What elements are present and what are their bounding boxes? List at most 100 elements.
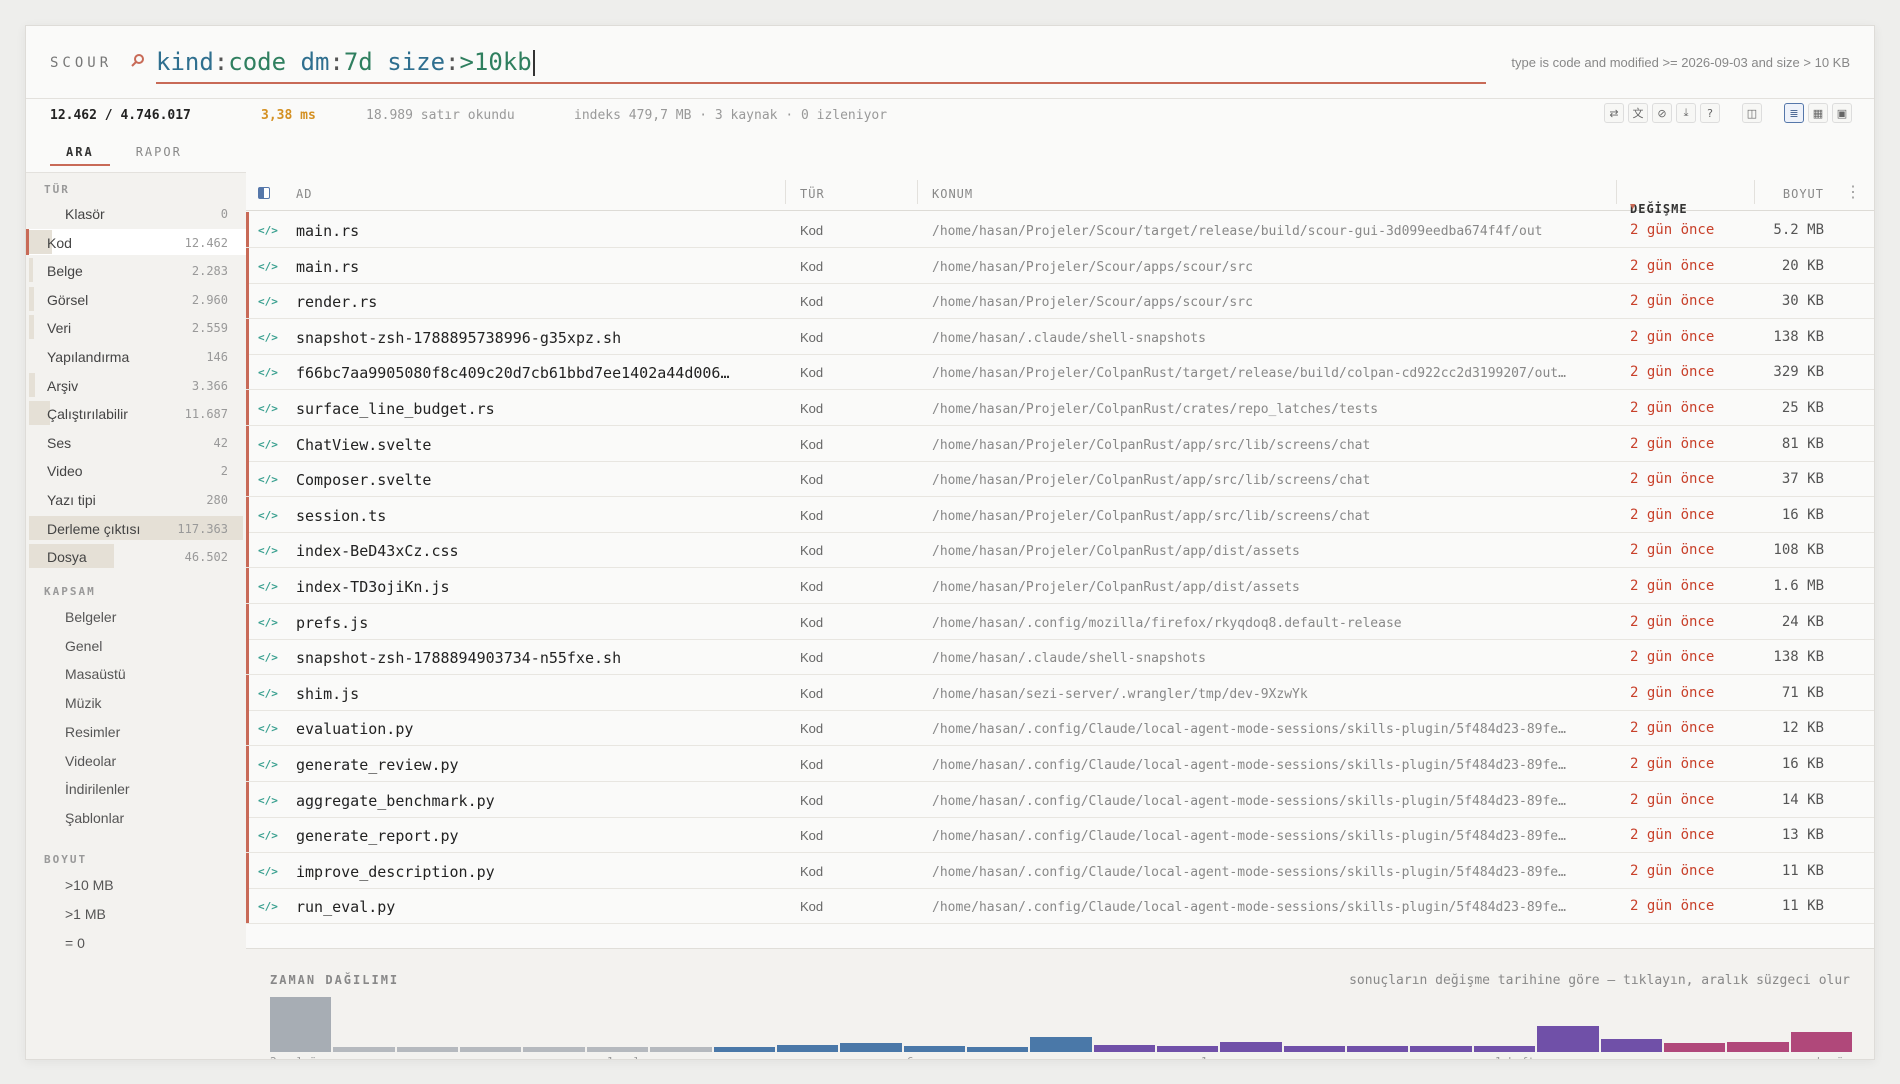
sidebar-type-item[interactable]: Derleme çıktısı 117.363 bbox=[26, 515, 246, 541]
tab-report[interactable]: RAPOR bbox=[120, 136, 198, 166]
sidebar-scope-item[interactable]: Belgeler bbox=[65, 609, 116, 625]
tab-bar: ARA RAPOR bbox=[50, 136, 198, 166]
timeline-bar[interactable] bbox=[1663, 1043, 1726, 1052]
column-divider[interactable] bbox=[1616, 180, 1617, 204]
table-row[interactable]: </> main.rs Kod/home/hasan/Projeler/Scour/… bbox=[246, 247, 1874, 284]
timeline-bar[interactable] bbox=[1347, 1046, 1409, 1052]
query-kind-value: code bbox=[228, 48, 287, 76]
timeline-bar[interactable] bbox=[966, 1047, 1029, 1052]
timeline-bar[interactable] bbox=[1790, 1032, 1852, 1052]
query-size-key: size bbox=[387, 48, 446, 76]
header-size[interactable]: BOYUT bbox=[1783, 187, 1824, 201]
tab-search[interactable]: ARA bbox=[50, 136, 110, 166]
grid-view-icon[interactable]: ▦ bbox=[1808, 103, 1828, 123]
timeline-bar[interactable] bbox=[1220, 1042, 1282, 1052]
table-row[interactable]: </> render.rs Kod/home/hasan/Projeler/Scou… bbox=[246, 283, 1874, 320]
timeline-bar[interactable] bbox=[1473, 1046, 1536, 1052]
sidebar-type-item[interactable]: Ses 42 bbox=[26, 429, 246, 455]
header-name[interactable]: AD bbox=[296, 187, 312, 201]
timeline-bar[interactable] bbox=[903, 1046, 965, 1052]
timeline-bar[interactable] bbox=[523, 1047, 585, 1052]
sidebar-type-item[interactable]: Yapılandırma 146 bbox=[26, 343, 246, 369]
table-row[interactable]: </> evaluation.py Kod/home/hasan/.config/C… bbox=[246, 710, 1874, 747]
file-name: main.rs bbox=[296, 257, 360, 276]
panel-icon[interactable]: ◫ bbox=[1742, 103, 1762, 123]
timeline-bar[interactable] bbox=[840, 1043, 902, 1052]
timeline-histogram[interactable] bbox=[270, 994, 1852, 1052]
timeline-bar[interactable] bbox=[1410, 1046, 1472, 1052]
table-row[interactable]: </> ChatView.svelte Kod/home/hasan/Projele… bbox=[246, 425, 1874, 462]
header-type[interactable]: TÜR bbox=[800, 187, 825, 201]
timeline-bar[interactable] bbox=[586, 1047, 649, 1052]
table-row[interactable]: </> f66bc7aa9905080f8c409c20d7cb61bbd7ee1… bbox=[246, 354, 1874, 391]
block-icon[interactable]: ⊘ bbox=[1652, 103, 1672, 123]
sidebar-type-item[interactable]: Çalıştırılabilir 11.687 bbox=[26, 400, 246, 426]
timeline-bar[interactable] bbox=[460, 1047, 522, 1052]
timeline-bar[interactable] bbox=[713, 1047, 775, 1052]
sidebar-scope-item[interactable]: Genel bbox=[65, 638, 102, 654]
sidebar-type-item[interactable]: Arşiv 3.366 bbox=[26, 372, 246, 398]
sidebar-scope-item[interactable]: Resimler bbox=[65, 724, 120, 740]
sidebar-type-item[interactable]: Video 2 bbox=[26, 457, 246, 483]
sidebar-type-item[interactable]: Dosya 46.502 bbox=[26, 543, 246, 569]
timeline-bar[interactable] bbox=[650, 1047, 712, 1052]
download-icon[interactable]: ⤓ bbox=[1676, 103, 1696, 123]
table-row[interactable]: </> snapshot-zsh-1788894903734-n55fxe.sh K… bbox=[246, 639, 1874, 676]
sidebar-size-item[interactable]: = 0 bbox=[65, 935, 85, 951]
search-input[interactable]: kind:code dm:7d size:>10kb bbox=[156, 44, 1486, 84]
timeline-bar[interactable] bbox=[776, 1045, 839, 1052]
list-view-icon[interactable]: ≣ bbox=[1784, 103, 1804, 123]
timeline-bar[interactable] bbox=[1600, 1039, 1662, 1052]
timeline-bar[interactable] bbox=[270, 997, 332, 1052]
table-row[interactable]: </> surface_line_budget.rs Kod/home/hasan/… bbox=[246, 390, 1874, 426]
table-row[interactable]: </> improve_description.py Kod/home/hasan/… bbox=[246, 852, 1874, 889]
translate-icon[interactable]: 文 bbox=[1628, 103, 1648, 123]
sidebar-size-item[interactable]: >1 MB bbox=[65, 906, 106, 922]
timeline-bar[interactable] bbox=[1157, 1046, 1219, 1052]
header-location[interactable]: KONUM bbox=[932, 187, 973, 201]
sidebar-type-item[interactable]: Kod 12.462 bbox=[26, 228, 246, 255]
column-divider[interactable] bbox=[1754, 180, 1755, 204]
sidebar-type-item[interactable]: Veri 2.559 bbox=[26, 314, 246, 340]
table-row[interactable]: </> Composer.svelte Kod/home/hasan/Projele… bbox=[246, 461, 1874, 498]
sidebar-scope-item[interactable]: Şablonlar bbox=[65, 810, 124, 826]
timeline-axis-label: 6 ay bbox=[907, 1055, 934, 1059]
column-menu-icon[interactable]: ⋮ bbox=[1845, 182, 1862, 201]
table-row[interactable]: </> run_eval.py Kod/home/hasan/.config/Cla… bbox=[246, 888, 1874, 925]
view-toolbar: ⇄ 文 ⊘ ⤓? ◫ ≣ ▦ ▣ bbox=[1604, 103, 1852, 125]
table-row[interactable]: </> index-TD3ojiKn.js Kod/home/hasan/Proje… bbox=[246, 568, 1874, 604]
sidebar-size-item[interactable]: >10 MB bbox=[65, 877, 114, 893]
sidebar-type-item[interactable]: Belge 2.283 bbox=[26, 257, 246, 283]
table-row[interactable]: </> generate_report.py Kod/home/hasan/.con… bbox=[246, 817, 1874, 854]
sidebar-scope-item[interactable]: Müzik bbox=[65, 695, 102, 711]
sidebar-scope-item[interactable]: Videolar bbox=[65, 753, 116, 769]
timeline-bar[interactable] bbox=[396, 1047, 459, 1052]
table-row[interactable]: </> snapshot-zsh-1788895738996-g35xpz.sh K… bbox=[246, 318, 1874, 355]
timeline-bar[interactable] bbox=[1537, 1026, 1599, 1052]
swap-icon[interactable]: ⇄ bbox=[1604, 103, 1624, 123]
gallery-view-icon[interactable]: ▣ bbox=[1832, 103, 1852, 123]
column-divider[interactable] bbox=[917, 180, 918, 204]
file-name: index-TD3ojiKn.js bbox=[296, 578, 450, 596]
timeline-bar[interactable] bbox=[333, 1047, 395, 1052]
sidebar-scope-item[interactable]: Masaüstü bbox=[65, 666, 126, 682]
table-row[interactable]: </> shim.js Kod/home/hasan/sezi-server/.wr… bbox=[246, 674, 1874, 711]
timeline-axis-label: bugün bbox=[1817, 1055, 1850, 1059]
table-row[interactable]: </> prefs.js Kod/home/hasan/.config/mozill… bbox=[246, 603, 1874, 640]
sidebar-type-item[interactable]: Görsel 2.960 bbox=[26, 286, 246, 312]
sidebar-type-item[interactable]: Klasör 0 bbox=[26, 200, 246, 226]
sidebar-scope-item[interactable]: İndirilenler bbox=[65, 781, 130, 797]
timeline-bar[interactable] bbox=[1283, 1046, 1346, 1052]
table-row[interactable]: </> aggregate_benchmark.py Kod/home/hasan/… bbox=[246, 781, 1874, 818]
table-row[interactable]: </> main.rs Kod/home/hasan/Projeler/Scour/… bbox=[246, 212, 1874, 248]
table-row[interactable]: </> generate_review.py Kod/home/hasan/.con… bbox=[246, 746, 1874, 782]
sidebar-type-item[interactable]: Yazı tipi 280 bbox=[26, 486, 246, 512]
table-row[interactable]: </> index-BeD43xCz.css Kod/home/hasan/Proj… bbox=[246, 532, 1874, 569]
timeline-bar[interactable] bbox=[1093, 1045, 1156, 1052]
help-icon[interactable]: ? bbox=[1700, 103, 1720, 123]
select-all-checkbox[interactable] bbox=[258, 187, 270, 199]
timeline-bar[interactable] bbox=[1030, 1037, 1092, 1052]
table-row[interactable]: </> session.ts Kod/home/hasan/Projeler/Col… bbox=[246, 496, 1874, 533]
timeline-bar[interactable] bbox=[1727, 1042, 1789, 1052]
column-divider[interactable] bbox=[785, 180, 786, 204]
